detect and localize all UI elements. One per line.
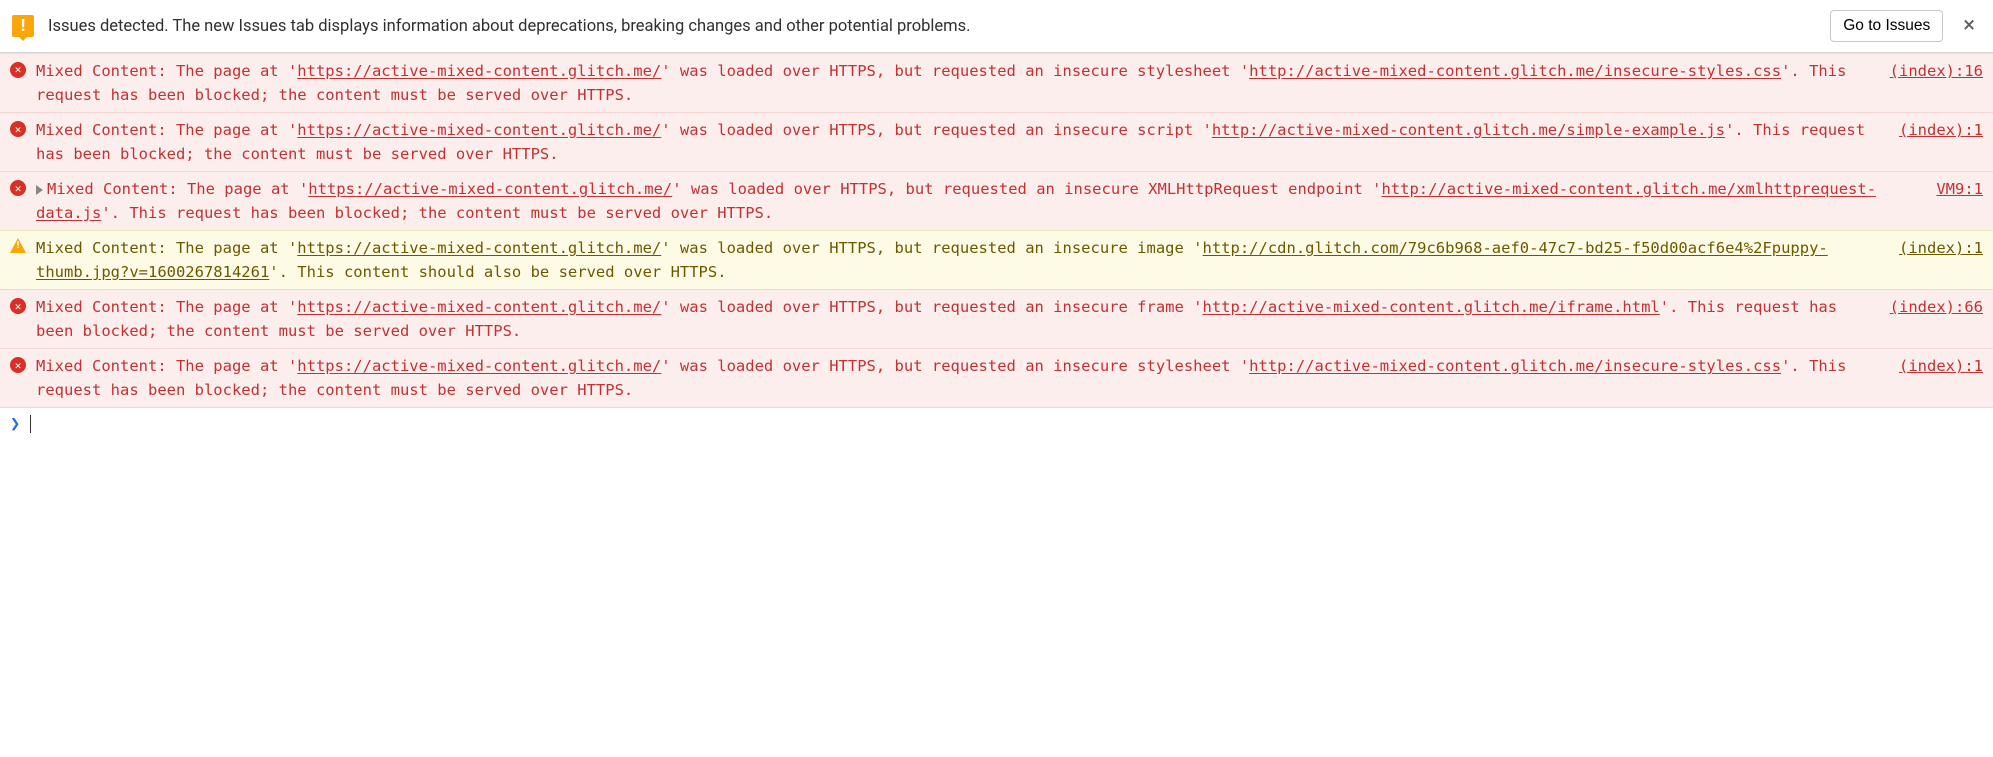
- issues-notification-bar: ! Issues detected. The new Issues tab di…: [0, 0, 1993, 53]
- issues-warning-icon: !: [12, 15, 34, 37]
- prompt-caret-icon: ❯: [10, 414, 20, 434]
- expand-toggle-icon[interactable]: [36, 185, 43, 195]
- error-icon: ✕: [10, 180, 26, 196]
- url-link[interactable]: https://active-mixed-content.glitch.me/: [297, 239, 661, 257]
- message-source-link[interactable]: (index):66: [1882, 295, 1983, 319]
- message-source-link[interactable]: (index):1: [1891, 236, 1983, 260]
- console-message[interactable]: ! Mixed Content: The page at 'https://act…: [0, 230, 1993, 290]
- error-icon: ✕: [10, 121, 26, 137]
- console-message-text: Mixed Content: The page at 'https://acti…: [36, 354, 1891, 402]
- url-link[interactable]: https://active-mixed-content.glitch.me/: [297, 62, 661, 80]
- console-message-text: Mixed Content: The page at 'https://acti…: [36, 236, 1891, 284]
- error-icon: ✕: [10, 357, 26, 373]
- console-input[interactable]: [30, 415, 31, 434]
- error-icon: ✕: [10, 62, 26, 78]
- go-to-issues-button[interactable]: Go to Issues: [1830, 10, 1943, 42]
- console-message[interactable]: ✕ Mixed Content: The page at 'https://act…: [0, 112, 1993, 172]
- console-prompt[interactable]: ❯: [0, 408, 1993, 440]
- console-message[interactable]: ✕ Mixed Content: The page at 'https://act…: [0, 171, 1993, 231]
- url-link[interactable]: https://active-mixed-content.glitch.me/: [297, 298, 661, 316]
- message-source-link[interactable]: (index):1: [1891, 354, 1983, 378]
- error-icon: ✕: [10, 298, 26, 314]
- url-link[interactable]: https://active-mixed-content.glitch.me/: [297, 357, 661, 375]
- url-link[interactable]: https://active-mixed-content.glitch.me/: [308, 180, 672, 198]
- console-message-text: Mixed Content: The page at 'https://acti…: [36, 118, 1891, 166]
- console-message[interactable]: ✕ Mixed Content: The page at 'https://act…: [0, 289, 1993, 349]
- message-source-link[interactable]: VM9:1: [1928, 177, 1983, 201]
- console-message[interactable]: ✕ Mixed Content: The page at 'https://act…: [0, 53, 1993, 113]
- message-source-link[interactable]: (index):1: [1891, 118, 1983, 142]
- issues-notification-text: Issues detected. The new Issues tab disp…: [48, 17, 1816, 36]
- warning-icon: !: [10, 238, 26, 253]
- console-message-text: Mixed Content: The page at 'https://acti…: [36, 295, 1882, 343]
- console-message[interactable]: ✕ Mixed Content: The page at 'https://act…: [0, 348, 1993, 408]
- url-link[interactable]: http://active-mixed-content.glitch.me/if…: [1203, 298, 1660, 316]
- url-link[interactable]: http://active-mixed-content.glitch.me/in…: [1249, 357, 1781, 375]
- close-icon[interactable]: ×: [1957, 15, 1981, 37]
- console-message-text: Mixed Content: The page at 'https://acti…: [36, 59, 1882, 107]
- message-source-link[interactable]: (index):16: [1882, 59, 1983, 83]
- console-message-text: Mixed Content: The page at 'https://acti…: [36, 177, 1928, 225]
- console-message-list: ✕ Mixed Content: The page at 'https://act…: [0, 53, 1993, 408]
- url-link[interactable]: http://active-mixed-content.glitch.me/in…: [1249, 62, 1781, 80]
- url-link[interactable]: https://active-mixed-content.glitch.me/: [297, 121, 661, 139]
- url-link[interactable]: http://active-mixed-content.glitch.me/si…: [1212, 121, 1725, 139]
